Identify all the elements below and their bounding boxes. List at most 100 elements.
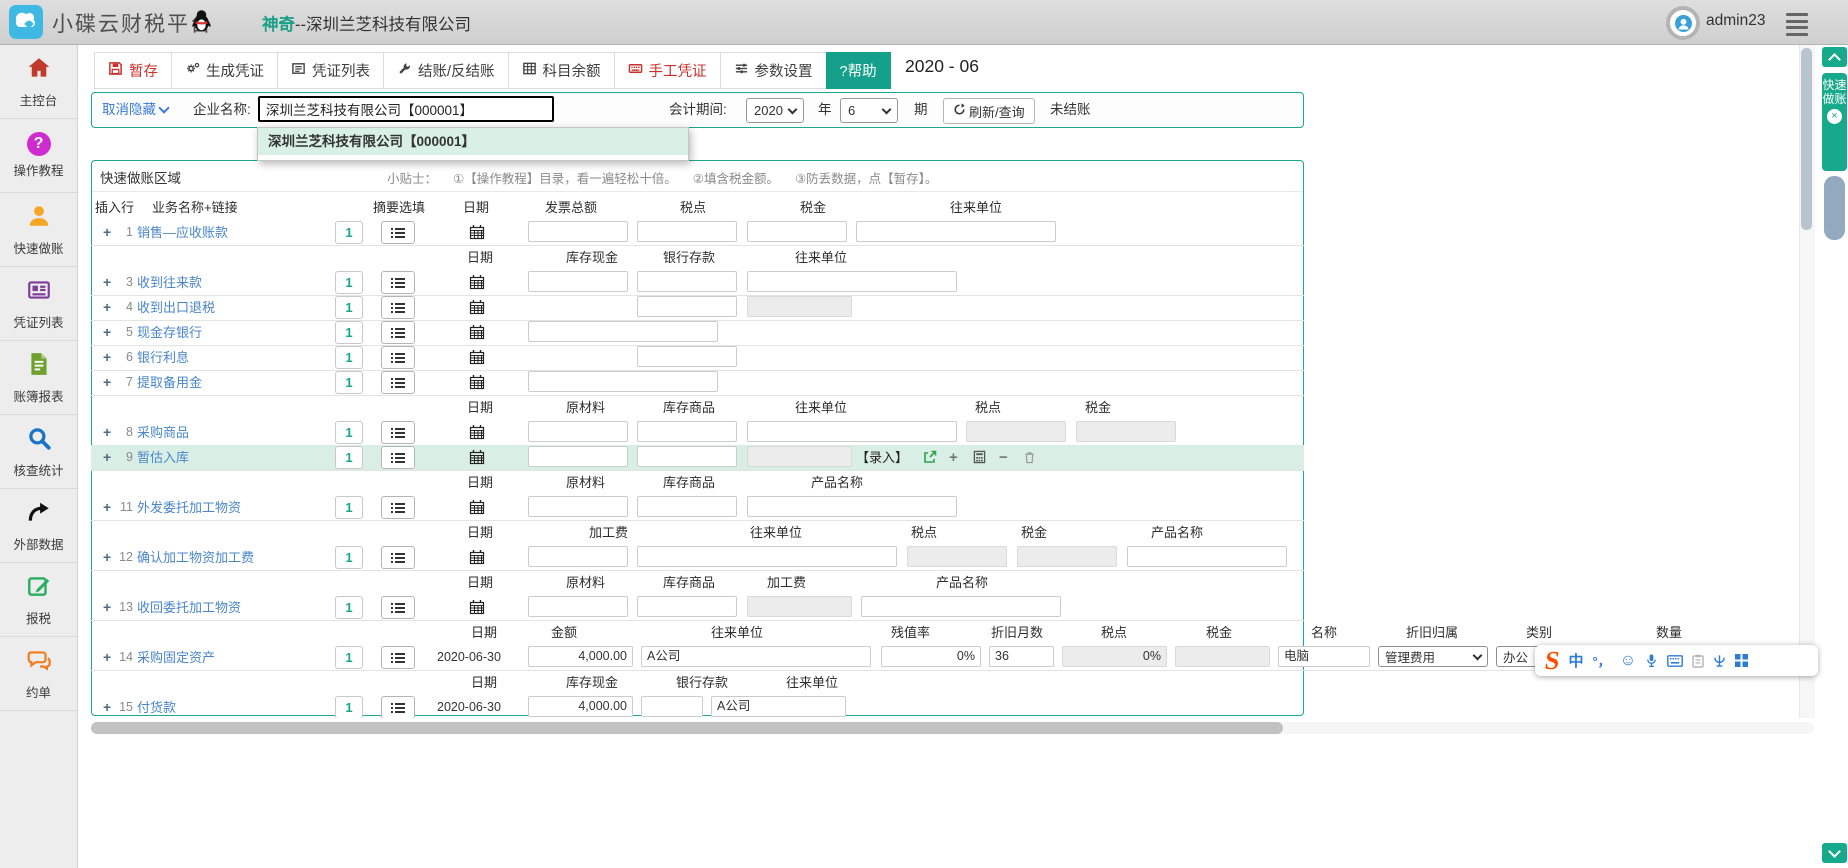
- insert-row-icon[interactable]: +: [103, 645, 111, 670]
- business-name-link[interactable]: 银行利息: [137, 345, 189, 370]
- summary-select-button[interactable]: [381, 296, 415, 319]
- entry-count-box[interactable]: 1: [335, 496, 363, 519]
- field-input[interactable]: [528, 446, 628, 467]
- sidebar-item-quick-account[interactable]: 快速做账: [0, 193, 77, 267]
- insert-row-icon[interactable]: +: [103, 320, 111, 345]
- insert-row-icon[interactable]: +: [103, 220, 111, 245]
- tools-icon[interactable]: [1713, 654, 1726, 668]
- export-icon[interactable]: [923, 450, 937, 467]
- calendar-icon[interactable]: [469, 499, 485, 515]
- field-input[interactable]: [637, 296, 737, 317]
- entry-count-box[interactable]: 1: [335, 371, 363, 394]
- entry-count-box[interactable]: 1: [335, 546, 363, 569]
- insert-row-icon[interactable]: +: [103, 345, 111, 370]
- insert-row-icon[interactable]: +: [103, 370, 111, 395]
- refresh-query-button[interactable]: 刷新/查询: [943, 98, 1035, 124]
- summary-select-button[interactable]: [381, 646, 415, 669]
- field-input[interactable]: [528, 546, 628, 567]
- emoji-icon[interactable]: ☺: [1620, 652, 1636, 670]
- field-input[interactable]: [856, 221, 1056, 242]
- summary-select-button[interactable]: [381, 221, 415, 244]
- year-select[interactable]: 2020: [746, 98, 804, 123]
- business-name-link[interactable]: 收到往来款: [137, 270, 202, 295]
- field-input[interactable]: 电脑: [1278, 646, 1370, 667]
- account-balance-button[interactable]: 科目余额: [508, 52, 615, 89]
- business-name-link[interactable]: 付货款: [137, 695, 176, 718]
- calendar-icon[interactable]: [469, 424, 485, 440]
- company-suggestion-item[interactable]: 深圳兰芝科技有限公司【000001】: [258, 128, 688, 155]
- insert-row-icon[interactable]: +: [103, 445, 111, 470]
- scroll-top-button[interactable]: [1822, 47, 1847, 67]
- business-name-link[interactable]: 销售—应收账款: [137, 220, 228, 245]
- entry-count-box[interactable]: 1: [335, 321, 363, 344]
- calendar-icon[interactable]: [469, 274, 485, 290]
- help-button[interactable]: ?帮助: [826, 52, 891, 89]
- sidebar-item-audit[interactable]: 核查统计: [0, 415, 77, 489]
- field-input[interactable]: [637, 496, 737, 517]
- company-name-input[interactable]: [258, 96, 554, 122]
- microphone-icon[interactable]: [1645, 653, 1658, 668]
- sidebar-item-dashboard[interactable]: 主控台: [0, 45, 77, 119]
- month-select[interactable]: 6: [840, 98, 898, 123]
- field-input[interactable]: [747, 421, 957, 442]
- entry-count-box[interactable]: 1: [335, 596, 363, 619]
- business-name-link[interactable]: 收回委托加工物资: [137, 595, 241, 620]
- business-name-link[interactable]: 提取备用金: [137, 370, 202, 395]
- calculator-icon[interactable]: [973, 450, 986, 467]
- calendar-icon[interactable]: [469, 599, 485, 615]
- vertical-scrollbar-thumb[interactable]: [1801, 48, 1812, 230]
- entry-link[interactable]: 【录入】: [856, 445, 908, 470]
- field-input[interactable]: 4,000.00: [528, 646, 633, 667]
- field-select[interactable]: 管理费用: [1378, 646, 1488, 667]
- summary-select-button[interactable]: [381, 546, 415, 569]
- field-input[interactable]: 0%: [881, 646, 981, 667]
- business-name-link[interactable]: 外发委托加工物资: [137, 495, 241, 520]
- entry-count-box[interactable]: 1: [335, 646, 363, 669]
- field-input[interactable]: [637, 271, 737, 292]
- summary-select-button[interactable]: [381, 421, 415, 444]
- insert-row-icon[interactable]: +: [103, 595, 111, 620]
- qq-icon[interactable]: [192, 9, 211, 38]
- entry-count-box[interactable]: 1: [335, 446, 363, 469]
- field-input[interactable]: [747, 496, 957, 517]
- summary-select-button[interactable]: [381, 346, 415, 369]
- field-input[interactable]: [637, 421, 737, 442]
- summary-select-button[interactable]: [381, 271, 415, 294]
- clipboard-icon[interactable]: [1692, 654, 1704, 668]
- chinese-mode-icon[interactable]: 中: [1568, 650, 1583, 671]
- field-input[interactable]: [637, 221, 737, 242]
- close-icon[interactable]: ×: [1827, 109, 1842, 124]
- entry-count-box[interactable]: 1: [335, 296, 363, 319]
- closing-button[interactable]: 结账/反结账: [383, 52, 509, 89]
- unhide-toggle[interactable]: 取消隐藏: [102, 93, 168, 127]
- field-input[interactable]: 4,000.00: [528, 696, 633, 717]
- field-input[interactable]: [528, 271, 628, 292]
- sidebar-item-external-data[interactable]: 外部数据: [0, 489, 77, 563]
- user-avatar[interactable]: [1666, 6, 1700, 40]
- calendar-icon[interactable]: [469, 549, 485, 565]
- entry-count-box[interactable]: 1: [335, 221, 363, 244]
- insert-row-icon[interactable]: +: [103, 295, 111, 320]
- horizontal-scrollbar-thumb[interactable]: [91, 722, 1283, 734]
- sidebar-item-voucher-list[interactable]: 凭证列表: [0, 267, 77, 341]
- field-input[interactable]: [747, 221, 847, 242]
- sidebar-item-appointment[interactable]: 约单: [0, 637, 77, 711]
- field-input[interactable]: [637, 346, 737, 367]
- entry-count-box[interactable]: 1: [335, 421, 363, 444]
- field-input[interactable]: [747, 271, 957, 292]
- field-input[interactable]: [641, 696, 703, 717]
- keyboard-icon[interactable]: [1667, 655, 1683, 667]
- entry-count-box[interactable]: 1: [335, 346, 363, 369]
- plus-icon[interactable]: +: [949, 445, 958, 470]
- calendar-icon[interactable]: [469, 349, 485, 365]
- summary-select-button[interactable]: [381, 596, 415, 619]
- calendar-icon[interactable]: [469, 374, 485, 390]
- field-input[interactable]: [528, 496, 628, 517]
- summary-select-button[interactable]: [381, 371, 415, 394]
- business-name-link[interactable]: 收到出口退税: [137, 295, 215, 320]
- calendar-icon[interactable]: [469, 449, 485, 465]
- field-input[interactable]: A公司: [641, 646, 871, 667]
- page-scrollbar-thumb[interactable]: [1824, 176, 1845, 240]
- business-name-link[interactable]: 采购商品: [137, 420, 189, 445]
- field-input[interactable]: [528, 596, 628, 617]
